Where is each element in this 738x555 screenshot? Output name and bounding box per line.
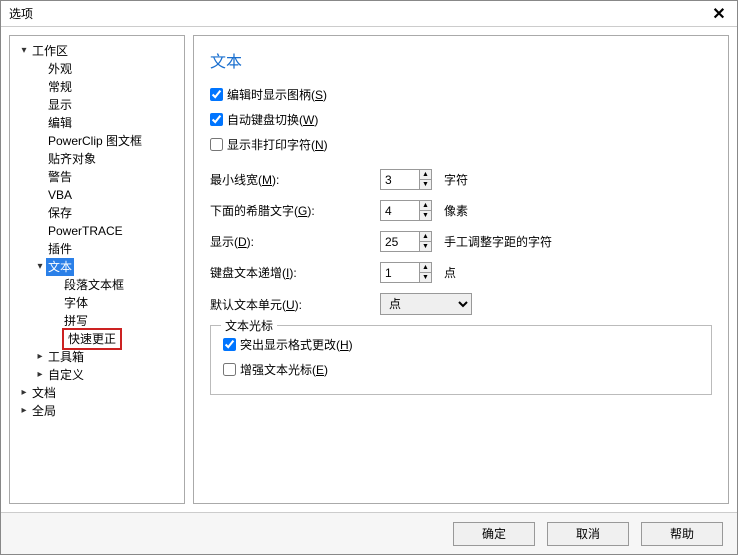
checkbox-highlight-format[interactable]: 突出显示格式更改(H) — [223, 336, 699, 353]
tree-item[interactable]: 保存 — [14, 204, 180, 222]
collapse-icon[interactable]: ▾ — [34, 258, 46, 276]
tree-quickcorrect[interactable]: 快速更正 — [14, 330, 180, 348]
checkbox-label: 突出显示格式更改(H) — [240, 336, 353, 353]
field-label: 默认文本单元(U): — [210, 296, 380, 313]
close-icon[interactable]: ✕ — [709, 4, 729, 24]
checkbox-input[interactable] — [223, 338, 236, 351]
select-default-unit[interactable]: 点 — [380, 293, 472, 315]
checkbox-label: 自动键盘切换(W) — [227, 111, 318, 128]
options-dialog: 选项 ✕ ▾工作区 外观 常规 显示 编辑 PowerClip 图文框 贴齐对象 — [0, 0, 738, 555]
tree-workspace[interactable]: ▾工作区 — [14, 42, 180, 60]
tree-toolbox[interactable]: ▸工具箱 — [14, 348, 180, 366]
checkbox-input[interactable] — [210, 138, 223, 151]
tree-item[interactable]: 编辑 — [14, 114, 180, 132]
cancel-button[interactable]: 取消 — [547, 522, 629, 546]
field-label: 下面的希腊文字(G): — [210, 202, 380, 219]
unit-label: 像素 — [444, 202, 468, 219]
dialog-body: ▾工作区 外观 常规 显示 编辑 PowerClip 图文框 贴齐对象 警告 V… — [1, 27, 737, 512]
row-greek: 下面的希腊文字(G): ▲▼ 像素 — [210, 200, 712, 221]
spinner-up-icon[interactable]: ▲ — [420, 201, 431, 211]
spinner-greek[interactable]: ▲▼ — [380, 200, 432, 221]
titlebar: 选项 ✕ — [1, 1, 737, 27]
unit-label: 手工调整字距的字符 — [444, 233, 552, 250]
spinner-display[interactable]: ▲▼ — [380, 231, 432, 252]
field-label: 最小线宽(M): — [210, 171, 380, 188]
tree-item[interactable]: 字体 — [14, 294, 180, 312]
row-default-unit: 默认文本单元(U): 点 — [210, 293, 712, 315]
row-kb-increment: 键盘文本递增(I): ▲▼ 点 — [210, 262, 712, 283]
spinner-input[interactable] — [381, 170, 419, 189]
tree-item[interactable]: 贴齐对象 — [14, 150, 180, 168]
checkbox-enhanced-cursor[interactable]: 增强文本光标(E) — [223, 361, 699, 378]
group-text-cursor: 文本光标 突出显示格式更改(H) 增强文本光标(E) — [210, 325, 712, 395]
spinner-down-icon[interactable]: ▼ — [420, 180, 431, 189]
content-panel: 文本 编辑时显示图柄(S) 自动键盘切换(W) 显示非打印字符(N) 最小线宽(… — [193, 35, 729, 504]
spinner-input[interactable] — [381, 263, 419, 282]
row-display: 显示(D): ▲▼ 手工调整字距的字符 — [210, 231, 712, 252]
tree-item[interactable]: PowerTRACE — [14, 222, 180, 240]
spinner-min-width[interactable]: ▲▼ — [380, 169, 432, 190]
tree-item[interactable]: 插件 — [14, 240, 180, 258]
tree-item[interactable]: VBA — [14, 186, 180, 204]
tree-item[interactable]: 常规 — [14, 78, 180, 96]
tree-item[interactable]: 警告 — [14, 168, 180, 186]
tree-global[interactable]: ▸全局 — [14, 402, 180, 420]
expand-icon[interactable]: ▸ — [18, 384, 30, 402]
unit-label: 字符 — [444, 171, 468, 188]
nav-tree[interactable]: ▾工作区 外观 常规 显示 编辑 PowerClip 图文框 贴齐对象 警告 V… — [14, 42, 180, 420]
expand-icon[interactable]: ▸ — [18, 402, 30, 420]
spinner-down-icon[interactable]: ▼ — [420, 242, 431, 251]
tree-panel: ▾工作区 外观 常规 显示 编辑 PowerClip 图文框 贴齐对象 警告 V… — [9, 35, 185, 504]
checkbox-input[interactable] — [210, 113, 223, 126]
tree-customize[interactable]: ▸自定义 — [14, 366, 180, 384]
tree-document[interactable]: ▸文档 — [14, 384, 180, 402]
spinner-kb-increment[interactable]: ▲▼ — [380, 262, 432, 283]
field-label: 键盘文本递增(I): — [210, 264, 380, 281]
tree-text[interactable]: ▾文本 — [14, 258, 180, 276]
spinner-input[interactable] — [381, 232, 419, 251]
section-heading: 文本 — [210, 48, 712, 72]
checkbox-input[interactable] — [223, 363, 236, 376]
spinner-down-icon[interactable]: ▼ — [420, 273, 431, 282]
checkbox-edit-handles[interactable]: 编辑时显示图柄(S) — [210, 86, 712, 103]
dialog-footer: 确定 取消 帮助 — [1, 512, 737, 554]
expand-icon[interactable]: ▸ — [34, 366, 46, 384]
spinner-up-icon[interactable]: ▲ — [420, 170, 431, 180]
group-legend: 文本光标 — [221, 317, 277, 334]
checkbox-nonprint[interactable]: 显示非打印字符(N) — [210, 136, 712, 153]
spinner-down-icon[interactable]: ▼ — [420, 211, 431, 220]
checkbox-label: 增强文本光标(E) — [240, 361, 328, 378]
checkbox-label: 编辑时显示图柄(S) — [227, 86, 327, 103]
tree-item[interactable]: 显示 — [14, 96, 180, 114]
unit-label: 点 — [444, 264, 456, 281]
collapse-icon[interactable]: ▾ — [18, 42, 30, 60]
spinner-up-icon[interactable]: ▲ — [420, 232, 431, 242]
spinner-up-icon[interactable]: ▲ — [420, 263, 431, 273]
tree-item[interactable]: 外观 — [14, 60, 180, 78]
field-label: 显示(D): — [210, 233, 380, 250]
help-button[interactable]: 帮助 — [641, 522, 723, 546]
expand-icon[interactable]: ▸ — [34, 348, 46, 366]
checkbox-input[interactable] — [210, 88, 223, 101]
tree-item[interactable]: PowerClip 图文框 — [14, 132, 180, 150]
row-min-width: 最小线宽(M): ▲▼ 字符 — [210, 169, 712, 190]
checkbox-label: 显示非打印字符(N) — [227, 136, 328, 153]
tree-item[interactable]: 段落文本框 — [14, 276, 180, 294]
dialog-title: 选项 — [9, 5, 709, 22]
checkbox-auto-keyboard[interactable]: 自动键盘切换(W) — [210, 111, 712, 128]
ok-button[interactable]: 确定 — [453, 522, 535, 546]
spinner-input[interactable] — [381, 201, 419, 220]
